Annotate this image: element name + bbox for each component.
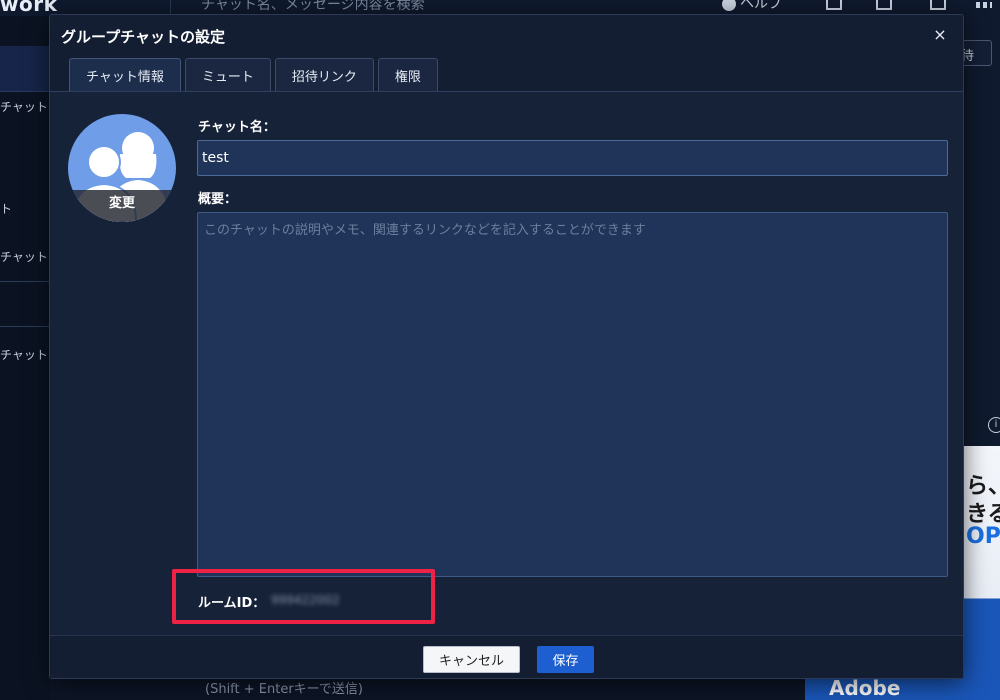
sidebar-divider <box>0 326 50 327</box>
ad-text: OP <box>966 524 1000 549</box>
dialog-footer: キャンセル 保存 <box>50 635 963 678</box>
composer-hint: (Shift + Enterキーで送信) <box>50 676 805 700</box>
help-link: ヘルプ <box>722 0 782 13</box>
task-icon <box>826 0 842 10</box>
sidebar-item-label: ト <box>0 202 13 216</box>
tab-permissions[interactable]: 権限 <box>377 58 438 92</box>
save-button[interactable]: 保存 <box>537 646 594 673</box>
tab-chat-info[interactable]: チャット情報 <box>69 58 181 92</box>
group-avatar[interactable]: 変更 <box>68 114 176 222</box>
description-textarea[interactable] <box>197 212 948 577</box>
room-id-label: ルームID： <box>198 596 266 611</box>
group-chat-settings-dialog: グループチャットの設定 × チャット情報 ミュート 招待リンク 権限 変更 チャ… <box>49 14 964 679</box>
description-label: 概要： <box>198 192 238 207</box>
sidebar-divider <box>0 281 50 282</box>
room-id-value: 999422002 <box>271 593 340 607</box>
apps-grid-icon <box>976 2 992 8</box>
global-search: チャット名、メッセージ内容を検索 <box>170 0 460 14</box>
tab-invite-link[interactable]: 招待リンク <box>274 58 374 92</box>
help-label: ヘルプ <box>740 0 782 12</box>
ad-brand: Adobe <box>805 676 965 700</box>
tab-mute[interactable]: ミュート <box>184 58 271 92</box>
file-icon <box>876 0 892 10</box>
ad-banner: ら、 きる OP <box>962 446 1000 700</box>
settings-tabs: チャット情報 ミュート 招待リンク 権限 <box>69 58 442 92</box>
sidebar-item-label: チャット <box>0 250 48 264</box>
close-icon[interactable]: × <box>932 27 948 43</box>
app-sidebar: チャット ト チャット チャットを <box>0 16 60 700</box>
chat-name-label: チャット名： <box>198 120 276 135</box>
sidebar-selected-item <box>0 46 50 92</box>
help-circle-icon <box>722 0 736 11</box>
cancel-button[interactable]: キャンセル <box>423 646 520 673</box>
sidebar-item-label: チャット <box>0 100 48 114</box>
account-icon <box>930 0 946 10</box>
chat-name-input[interactable] <box>197 140 948 176</box>
dialog-title: グループチャットの設定 <box>61 28 225 46</box>
chat-info-panel: 変更 チャット名： 概要： ルームID： 999422002 <box>50 92 963 635</box>
app-logo: work <box>0 0 58 16</box>
info-icon: i <box>988 417 1000 433</box>
avatar-change-label[interactable]: 変更 <box>68 190 176 222</box>
